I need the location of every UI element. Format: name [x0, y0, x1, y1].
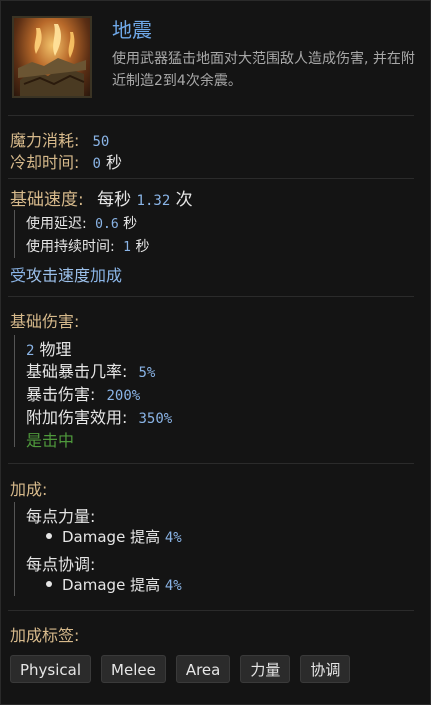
crit-chance-row: 基础暴击几率: 5%: [26, 358, 155, 382]
base-speed-label: 基础速度:: [10, 190, 84, 210]
use-duration-row: 使用持续时间: 1 秒: [26, 236, 149, 256]
base-speed-value: 1.32: [136, 193, 171, 209]
use-delay-unit: 秒: [123, 216, 138, 232]
cooldown-value: 0: [92, 156, 101, 172]
divider: [8, 610, 414, 611]
bonus-item: Damage 提高 4%: [46, 526, 182, 547]
use-delay-label: 使用延迟:: [26, 216, 87, 232]
mana-cost-label: 魔力消耗:: [10, 131, 80, 150]
attack-speed-link[interactable]: 攻击速度: [26, 266, 90, 285]
tag-list: Physical Melee Area 力量 协调: [10, 655, 351, 685]
tree-line: [14, 210, 15, 258]
bonus-group-label: 每点力量:: [26, 503, 95, 527]
bonus-title: 加成:: [10, 480, 48, 499]
bonus-item: Damage 提高 4%: [46, 574, 182, 595]
divider: [8, 296, 414, 297]
bonus-verb: 提高: [130, 528, 161, 546]
base-speed-row: 基础速度: 每秒 1.32 次: [10, 185, 193, 210]
bonus-verb: 提高: [130, 576, 161, 594]
tag-area[interactable]: Area: [175, 655, 231, 683]
bonus-stat: Damage: [62, 528, 126, 546]
bonus-stat: Damage: [62, 576, 126, 594]
crit-damage-label: 暴击伤害:: [26, 385, 96, 404]
tag-melee[interactable]: Melee: [101, 655, 166, 683]
bullet-icon: [46, 580, 52, 587]
use-duration-unit: 秒: [135, 239, 150, 255]
bullet-icon: [46, 532, 52, 539]
attack-speed-scaling-row: 受攻击速度加成: [10, 262, 122, 286]
tag-coordination[interactable]: 协调: [300, 655, 351, 683]
cooldown-row: 冷却时间: 0 秒: [10, 149, 122, 173]
added-damage-effect-label: 附加伤害效用:: [26, 408, 128, 427]
bonus-value: 4%: [164, 530, 182, 546]
mana-cost-row: 魔力消耗: 50: [10, 127, 109, 151]
base-damage-label: 基础伤害:: [10, 308, 79, 332]
mana-cost-value: 50: [92, 134, 110, 150]
cooldown-unit: 秒: [106, 153, 123, 172]
added-damage-effect-row: 附加伤害效用: 350%: [26, 404, 172, 428]
base-damage-title: 基础伤害:: [10, 312, 80, 331]
tag-physical[interactable]: Physical: [10, 655, 92, 683]
scaling-prefix: 受: [10, 266, 27, 285]
crit-chance-label: 基础暴击几率:: [26, 362, 128, 381]
tags-title: 加成标签:: [10, 626, 80, 645]
base-speed-unit: 次: [175, 190, 193, 210]
tree-line: [14, 502, 15, 596]
added-damage-effect-value: 350%: [138, 411, 173, 427]
use-delay-row: 使用延迟: 0.6 秒: [26, 213, 137, 233]
scaling-suffix: 加成: [90, 266, 123, 285]
bonus-group-label: 每点协调:: [26, 551, 95, 575]
bonus-group-title: 每点协调:: [26, 555, 96, 574]
is-hit-tag: 是击中: [26, 431, 75, 450]
damage-value-row: 2 物理: [26, 336, 72, 360]
bonus-group-title: 每点力量:: [26, 507, 96, 526]
damage-type: 物理: [39, 340, 72, 359]
skill-header: 地震 使用武器猛击地面对大范围敌人造成伤害, 并在附近制造2到4次余震。: [12, 14, 422, 106]
crit-chance-value: 5%: [138, 365, 156, 381]
tag-strength[interactable]: 力量: [240, 655, 291, 683]
skill-description: 使用武器猛击地面对大范围敌人造成伤害, 并在附近制造2到4次余震。: [112, 51, 415, 89]
divider: [8, 115, 414, 116]
damage-value: 2: [26, 343, 35, 359]
skill-title: 地震: [112, 18, 152, 42]
bonus-value: 4%: [164, 578, 182, 594]
divider: [8, 178, 414, 179]
divider: [8, 463, 414, 464]
use-duration-label: 使用持续时间:: [26, 239, 115, 255]
cooldown-label: 冷却时间:: [10, 153, 80, 172]
use-delay-value: 0.6: [95, 217, 119, 232]
earthquake-skill-icon: [12, 16, 92, 98]
crit-damage-value: 200%: [106, 388, 141, 404]
crit-damage-row: 暴击伤害: 200%: [26, 381, 140, 405]
use-duration-value: 1: [123, 240, 131, 255]
tree-line: [14, 335, 15, 447]
bonus-label: 加成:: [10, 476, 47, 500]
base-speed-prefix: 每秒: [97, 190, 132, 210]
tags-label: 加成标签:: [10, 622, 79, 646]
